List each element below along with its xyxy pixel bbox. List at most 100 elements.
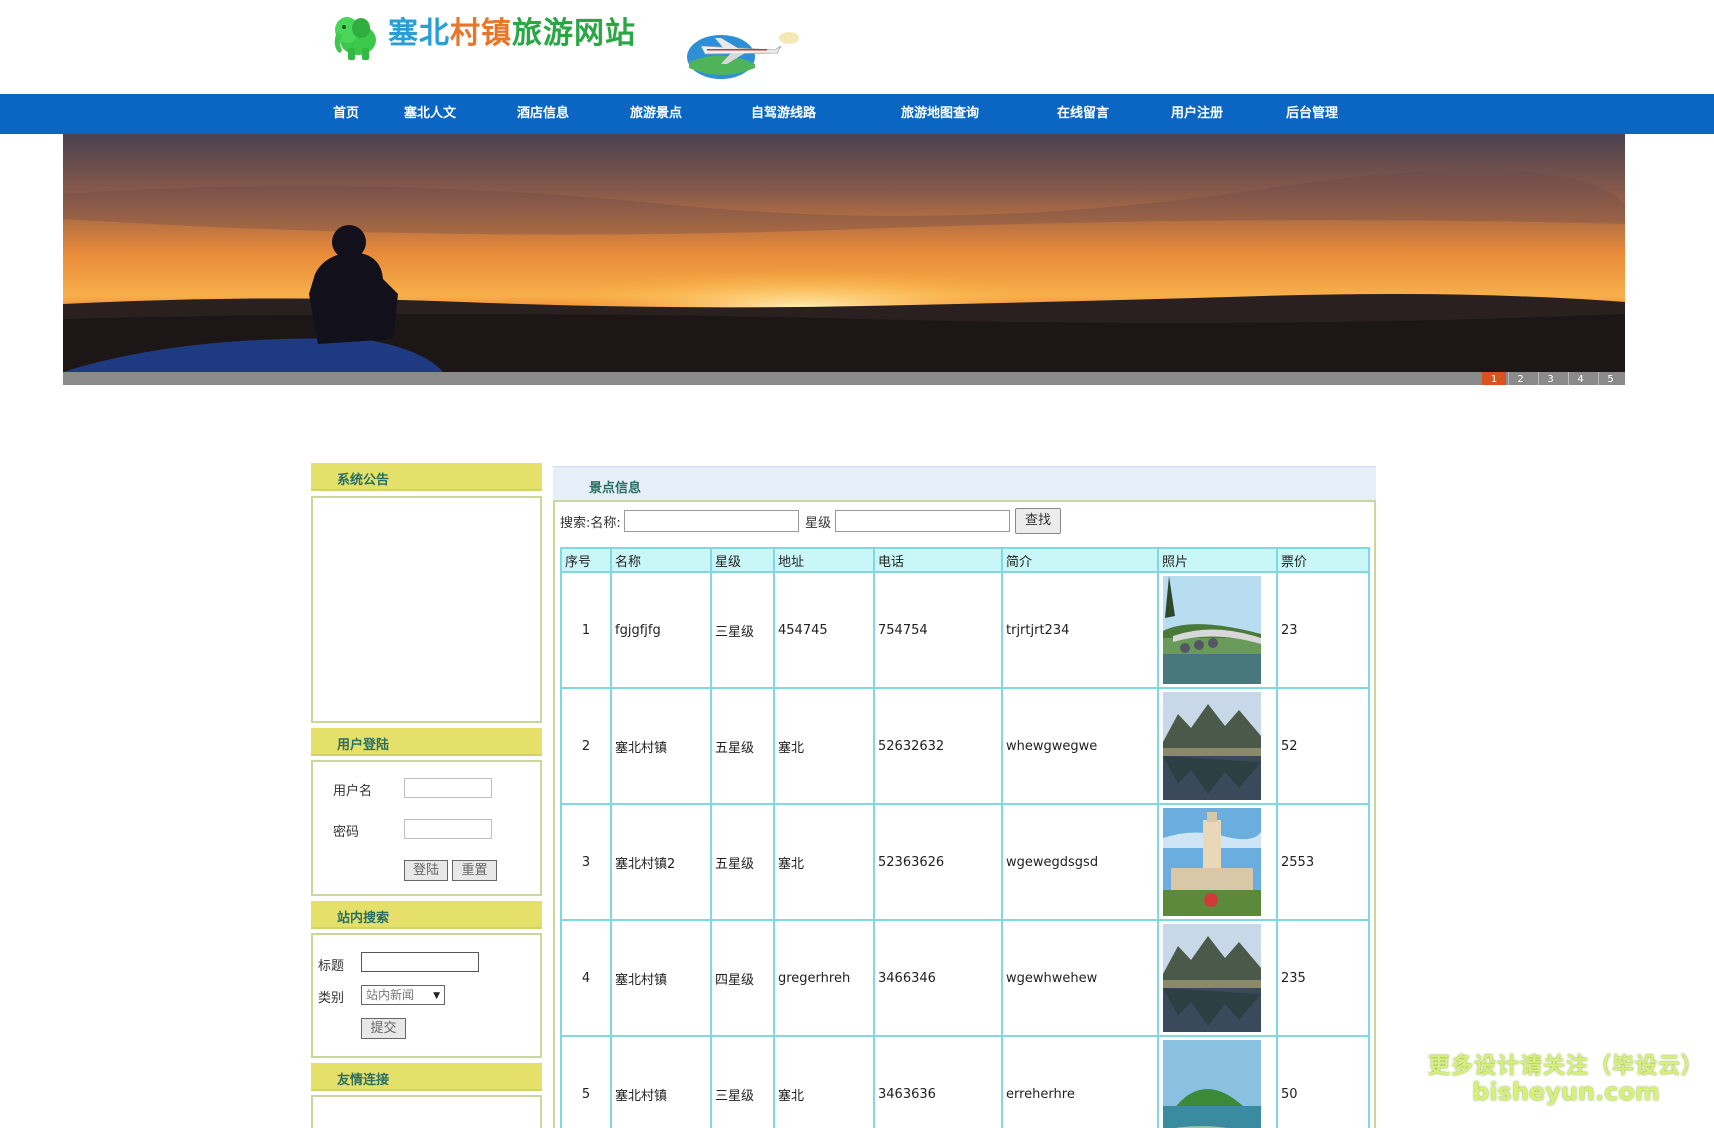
banner-sunset-image (63, 134, 1625, 372)
column-header-address: 地址 (773, 547, 875, 573)
site-title-part1: 塞北 (388, 16, 450, 51)
announcement-title: 系统公告 (337, 473, 390, 488)
nav-attractions[interactable]: 旅游景点 (630, 94, 682, 134)
cell-price: 52 (1276, 687, 1370, 805)
username-input[interactable] (404, 778, 492, 798)
cell-intro: wgewegdsgsd (1001, 803, 1159, 921)
cell-price: 235 (1276, 919, 1370, 1037)
watermark: 更多设计请关注（毕设云） bisheyun.com (1428, 1048, 1704, 1106)
attractions-panel-header: 景点信息 (553, 466, 1376, 500)
site-logo[interactable]: 塞北村镇旅游网站 (330, 10, 636, 64)
friend-links-box (311, 1095, 542, 1128)
nav-home[interactable]: 首页 (333, 94, 359, 134)
page: 塞北村镇旅游网站 首页 塞北人文 酒店信息 旅游景点 自驾游线路 旅游地图查询 … (0, 0, 1714, 1128)
cell-star: 三星级 (710, 571, 775, 689)
plane-globe-icon (687, 32, 799, 79)
mountain-lake-photo[interactable] (1163, 692, 1261, 800)
login-header: 用户登陆 (311, 728, 542, 756)
nav-admin[interactable]: 后台管理 (1286, 94, 1338, 134)
tower-building-photo[interactable] (1163, 808, 1261, 916)
column-header-photo: 照片 (1157, 547, 1278, 573)
slide-page-5[interactable]: 5 (1598, 372, 1622, 385)
friend-links-header: 友情连接 (311, 1063, 542, 1091)
cell-name: 塞北村镇 (610, 687, 712, 805)
table-row[interactable]: 1 fgjgfjfg 三星级 454745 754754 trjrtjrt234 (560, 571, 1370, 689)
search-star-label: 星级 (805, 516, 832, 531)
column-header-name: 名称 (610, 547, 712, 573)
table-row[interactable]: 3 塞北村镇2 五星级 塞北 52363626 wgewegdsgsd 2553 (560, 803, 1370, 921)
search-name-label: 搜索:名称: (560, 516, 621, 531)
announcement-header: 系统公告 (311, 463, 542, 491)
reset-button[interactable]: 重置 (452, 860, 497, 881)
slide-page-3[interactable]: 3 (1538, 372, 1562, 385)
bridge-photo[interactable] (1163, 576, 1261, 684)
nav-guestbook[interactable]: 在线留言 (1057, 94, 1109, 134)
cell-address: 塞北 (773, 1035, 875, 1128)
table-row[interactable]: 5 塞北村镇 三星级 塞北 3463636 erreherhre 50 (560, 1035, 1370, 1128)
cell-price: 2553 (1276, 803, 1370, 921)
mountain-lake-photo[interactable] (1163, 924, 1261, 1032)
cell-star: 五星级 (710, 687, 775, 805)
cell-photo (1157, 687, 1278, 805)
attractions-table: 序号 名称 星级 地址 电话 简介 照片 票价 1 fgjgfjfg 三星级 4… (560, 547, 1370, 1128)
announcement-box (311, 496, 542, 723)
password-input[interactable] (404, 819, 492, 839)
cell-photo (1157, 919, 1278, 1037)
site-search-submit-button[interactable]: 提交 (361, 1018, 406, 1039)
friend-links-title: 友情连接 (337, 1073, 390, 1088)
cell-intro: erreherhre (1001, 1035, 1159, 1128)
slide-page-4[interactable]: 4 (1568, 372, 1592, 385)
nav-culture[interactable]: 塞北人文 (404, 94, 456, 134)
column-header-intro: 简介 (1001, 547, 1159, 573)
column-header-phone: 电话 (873, 547, 1003, 573)
nav-map-search[interactable]: 旅游地图查询 (901, 94, 979, 134)
cell-phone: 3466346 (873, 919, 1003, 1037)
cell-phone: 754754 (873, 571, 1003, 689)
slide-page-1[interactable]: 1 (1482, 372, 1506, 385)
site-title: 塞北村镇旅游网站 (388, 8, 636, 52)
island-photo[interactable] (1163, 1040, 1261, 1128)
cell-no: 1 (560, 571, 612, 689)
watermark-line2: bisheyun.com (1472, 1078, 1660, 1106)
cell-name: fgjgfjfg (610, 571, 712, 689)
cell-no: 5 (560, 1035, 612, 1128)
login-button[interactable]: 登陆 (404, 860, 448, 881)
cell-star: 五星级 (710, 803, 775, 921)
cell-star: 四星级 (710, 919, 775, 1037)
search-name-input[interactable] (624, 510, 799, 532)
cell-no: 4 (560, 919, 612, 1037)
cell-name: 塞北村镇 (610, 1035, 712, 1128)
site-title-part3: 旅游网站 (512, 16, 636, 51)
password-label: 密码 (333, 825, 360, 840)
cell-intro: trjrtjrt234 (1001, 571, 1159, 689)
chevron-down-icon: ▼ (433, 991, 440, 1001)
cell-address: 454745 (773, 571, 875, 689)
slider-bar: 1 2 3 4 5 (63, 372, 1625, 385)
cell-name: 塞北村镇 (610, 919, 712, 1037)
search-star-input[interactable] (835, 510, 1010, 532)
main-nav: 首页 塞北人文 酒店信息 旅游景点 自驾游线路 旅游地图查询 在线留言 用户注册… (0, 94, 1714, 134)
cell-address: 塞北 (773, 803, 875, 921)
cell-star: 三星级 (710, 1035, 775, 1128)
cell-intro: whewgwegwe (1001, 687, 1159, 805)
cell-price: 50 (1276, 1035, 1370, 1128)
cell-photo (1157, 803, 1278, 921)
watermark-line1: 更多设计请关注（毕设云） (1428, 1054, 1705, 1079)
nav-self-drive-routes[interactable]: 自驾游线路 (751, 94, 816, 134)
table-header-row: 序号 名称 星级 地址 电话 简介 照片 票价 (560, 547, 1370, 573)
nav-hotels[interactable]: 酒店信息 (517, 94, 569, 134)
search-find-button[interactable]: 查找 (1015, 508, 1061, 534)
slide-page-2[interactable]: 2 (1508, 372, 1532, 385)
site-search-title: 站内搜索 (337, 911, 390, 926)
search-title-input[interactable] (361, 952, 479, 972)
search-category-select[interactable]: 站内新闻 ▼ (361, 985, 445, 1005)
table-row[interactable]: 2 塞北村镇 五星级 塞北 52632632 whewgwegwe 52 (560, 687, 1370, 805)
site-title-part2: 村镇 (450, 16, 512, 51)
cell-address: gregerhreh (773, 919, 875, 1037)
cell-phone: 52632632 (873, 687, 1003, 805)
column-header-price: 票价 (1276, 547, 1370, 573)
login-title: 用户登陆 (337, 738, 390, 753)
table-row[interactable]: 4 塞北村镇 四星级 gregerhreh 3466346 wgewhwehew… (560, 919, 1370, 1037)
nav-register[interactable]: 用户注册 (1171, 94, 1223, 134)
cell-address: 塞北 (773, 687, 875, 805)
